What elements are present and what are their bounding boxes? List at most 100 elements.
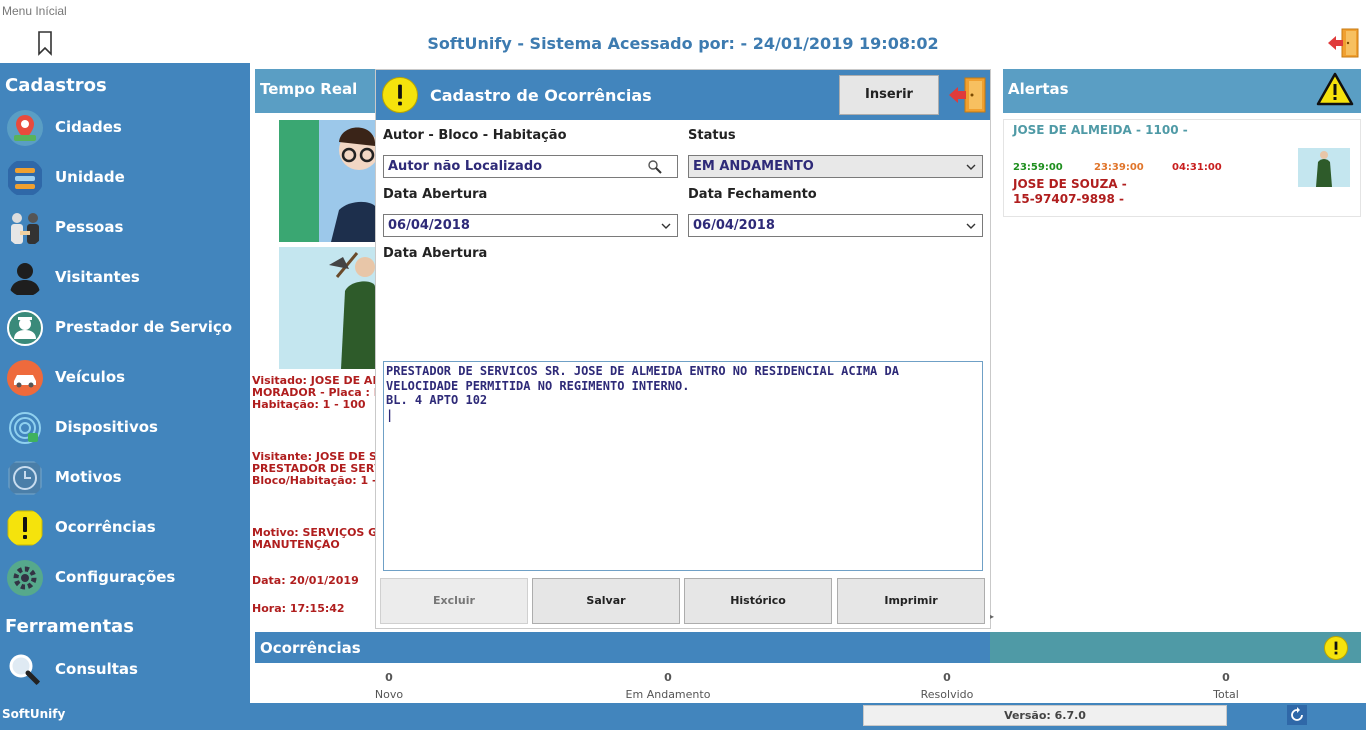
status-label: Status xyxy=(688,128,736,143)
sidebar: Cadastros Cidades Unidade Pessoas Visita… xyxy=(0,63,250,730)
stat-resolvido-value: 0 xyxy=(943,671,951,684)
sidebar-item-label: Motivos xyxy=(55,468,122,486)
history-button[interactable]: Histórico xyxy=(684,578,832,624)
descricao-label: Data Abertura xyxy=(383,246,488,261)
print-button[interactable]: Imprimir xyxy=(837,578,985,624)
sidebar-item-label: Consultas xyxy=(55,660,138,678)
data-abertura-picker[interactable]: 06/04/2018 xyxy=(383,214,678,237)
sidebar-item-label: Prestador de Serviço xyxy=(55,318,233,336)
status-select[interactable]: EM ANDAMENTO xyxy=(688,155,983,178)
sidebar-item-motivos[interactable]: Motivos xyxy=(0,457,250,503)
sidebar-item-label: Cidades xyxy=(55,118,122,136)
alert-person: JOSE DE SOUZA - 15-97407-9898 - xyxy=(1013,177,1127,207)
alert-time-2: 23:39:00 xyxy=(1094,162,1144,173)
alert-person-name: JOSE DE SOUZA - xyxy=(1013,177,1127,191)
save-button[interactable]: Salvar xyxy=(532,578,680,624)
alert-time-3: 04:31:00 xyxy=(1172,162,1222,173)
ocorrencias-title: Ocorrências xyxy=(260,639,361,657)
visitado-line3: Habitação: 1 - 100 xyxy=(252,399,366,411)
exit-door-icon[interactable] xyxy=(1326,27,1360,59)
hora-label: Hora: 17:15:42 xyxy=(252,603,345,615)
visitor-photo xyxy=(279,120,375,242)
visitante-line2: PRESTADOR DE SERVIÇO xyxy=(252,463,376,475)
alert-name: JOSE DE ALMEIDA - 1100 - xyxy=(1013,123,1188,137)
top-bar xyxy=(0,0,1366,63)
device-fingerprint-icon xyxy=(9,412,41,444)
sidebar-item-configuracoes[interactable]: Configurações xyxy=(0,557,250,603)
insert-button[interactable]: Inserir xyxy=(839,75,939,115)
autor-value: Autor não Localizado xyxy=(388,159,543,174)
map-pin-icon xyxy=(7,110,43,146)
sidebar-item-label: Veículos xyxy=(55,368,126,386)
sidebar-item-label: Unidade xyxy=(55,168,125,186)
tempo-real-title: Tempo Real xyxy=(260,80,358,98)
sidebar-item-consultas[interactable]: Consultas xyxy=(0,649,250,695)
sidebar-item-label: Pessoas xyxy=(55,218,124,236)
sidebar-item-label: Dispositivos xyxy=(55,418,158,436)
stat-novo-label: Novo xyxy=(374,688,404,701)
version-label: Versão: 6.7.0 xyxy=(863,705,1227,726)
stat-andamento-value: 0 xyxy=(664,671,672,684)
window-title: Menu Inícial xyxy=(2,4,67,18)
status-value: EM ANDAMENTO xyxy=(693,159,814,174)
data-label: Data: 20/01/2019 xyxy=(252,575,359,587)
data-fechamento-value: 06/04/2018 xyxy=(693,218,775,233)
sidebar-item-pessoas[interactable]: Pessoas xyxy=(0,207,250,253)
sidebar-item-visitantes[interactable]: Visitantes xyxy=(0,257,250,303)
data-fechamento-picker[interactable]: 06/04/2018 xyxy=(688,214,983,237)
gear-icon xyxy=(7,560,43,596)
sidebar-item-label: Configurações xyxy=(55,568,176,586)
sidebar-section-cadastros: Cadastros xyxy=(5,75,107,96)
unit-list-icon xyxy=(8,161,42,195)
warning-icon xyxy=(1324,636,1348,660)
modal-title: Cadastro de Ocorrências xyxy=(430,86,652,105)
chevron-down-icon xyxy=(661,223,671,229)
motivo-line1: Motivo: SERVIÇOS GERAIS xyxy=(252,527,376,539)
alert-person-phone: 15-97407-9898 - xyxy=(1013,192,1124,206)
stat-total-value: 0 xyxy=(1222,671,1230,684)
stat-resolvido-label: Resolvido xyxy=(920,688,974,701)
chevron-down-icon xyxy=(966,223,976,229)
sidebar-item-prestador[interactable]: Prestador de Serviço xyxy=(0,307,250,353)
stat-novo-value: 0 xyxy=(385,671,393,684)
sidebar-item-veiculos[interactable]: Veículos xyxy=(0,357,250,403)
alert-time-1: 23:59:00 xyxy=(1013,162,1063,173)
visitado-line2: MORADOR - Placa : EEE xyxy=(252,387,376,399)
ocorrencias-bar-left xyxy=(255,632,990,663)
exit-door-icon[interactable] xyxy=(947,76,987,114)
search-icon[interactable] xyxy=(647,159,663,175)
clock-icon xyxy=(8,461,42,495)
sidebar-item-unidade[interactable]: Unidade xyxy=(0,157,250,203)
sidebar-item-cidades[interactable]: Cidades xyxy=(0,107,250,153)
person-silhouette-icon xyxy=(10,263,40,295)
sidebar-item-ocorrencias[interactable]: Ocorrências xyxy=(0,507,250,553)
visitante-line1: Visitante: JOSE DE SOUZA xyxy=(252,451,376,463)
alertas-title: Alertas xyxy=(1008,80,1069,98)
stat-andamento-label: Em Andamento xyxy=(625,688,711,701)
motivo-line2: MANUTENÇÃO xyxy=(252,539,340,551)
visitado-line1: Visitado: JOSE DE ALMEIDA xyxy=(252,375,376,387)
people-handshake-icon xyxy=(11,213,39,244)
stat-total-label: Total xyxy=(1213,688,1239,701)
data-fechamento-label: Data Fechamento xyxy=(688,187,817,202)
sidebar-item-dispositivos[interactable]: Dispositivos xyxy=(0,407,250,453)
sidebar-section-ferramentas: Ferramentas xyxy=(5,616,134,637)
sidebar-item-label: Visitantes xyxy=(55,268,140,286)
magnifier-icon xyxy=(9,654,43,688)
warning-icon xyxy=(382,77,418,113)
delete-button[interactable]: Excluir xyxy=(380,578,528,624)
descricao-textarea[interactable]: PRESTADOR DE SERVICOS SR. JOSE DE ALMEID… xyxy=(383,361,983,571)
autor-label: Autor - Bloco - Habitação xyxy=(383,128,567,143)
service-provider-photo xyxy=(279,247,375,369)
warning-triangle-icon xyxy=(1316,72,1354,106)
sidebar-footer: SoftUnify xyxy=(2,707,66,721)
refresh-icon[interactable] xyxy=(1287,705,1307,725)
chevron-down-icon xyxy=(966,164,976,170)
scroll-arrow-icon[interactable]: ▸ xyxy=(990,612,994,621)
service-provider-icon xyxy=(7,310,43,346)
data-abertura-value: 06/04/2018 xyxy=(388,218,470,233)
car-icon xyxy=(7,360,43,396)
autor-search-field[interactable]: Autor não Localizado xyxy=(383,155,678,178)
visitante-line3: Bloco/Habitação: 1 - 100 xyxy=(252,475,376,487)
data-abertura-label: Data Abertura xyxy=(383,187,488,202)
